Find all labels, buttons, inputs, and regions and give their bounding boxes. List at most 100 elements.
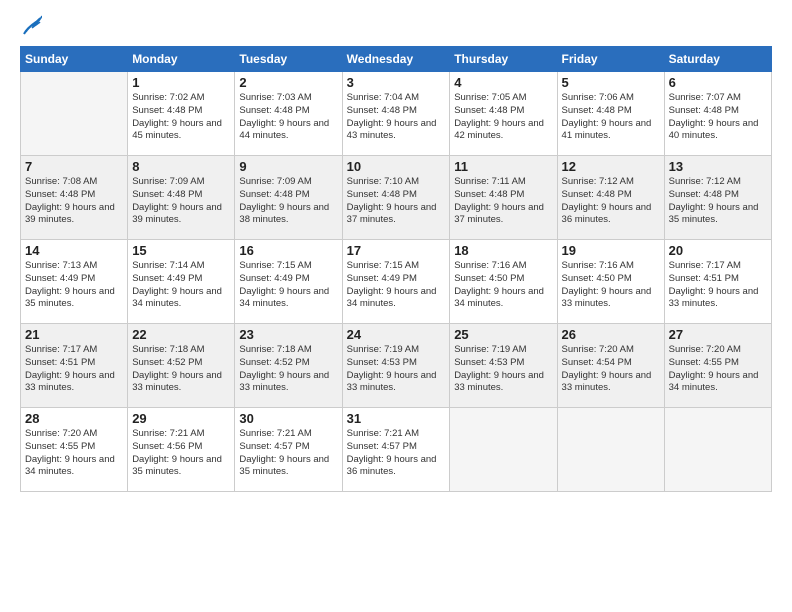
- calendar-cell: 4Sunrise: 7:05 AMSunset: 4:48 PMDaylight…: [450, 72, 557, 156]
- calendar-cell: 28 Sunrise: 7:20 AMSunset: 4:55 PMDayligh…: [21, 408, 128, 492]
- day-info: Sunrise: 7:09 AMSunset: 4:48 PMDaylight:…: [239, 176, 337, 227]
- day-number: 13: [669, 159, 767, 174]
- day-info: Sunrise: 7:09 AMSunset: 4:48 PMDaylight:…: [132, 176, 230, 227]
- day-info: Sunrise: 7:21 AMSunset: 4:56 PMDaylight:…: [132, 428, 230, 479]
- calendar-cell: 16Sunrise: 7:15 AMSunset: 4:49 PMDayligh…: [235, 240, 342, 324]
- calendar-cell: 7Sunrise: 7:08 AMSunset: 4:48 PMDaylight…: [21, 156, 128, 240]
- day-number: 22: [132, 327, 230, 342]
- calendar-cell: 21 Sunrise: 7:17 AMSunset: 4:51 PMDayligh…: [21, 324, 128, 408]
- calendar-cell: 13 Sunrise: 7:12 AMSunset: 4:48 PMDayligh…: [664, 156, 771, 240]
- day-info: Sunrise: 7:20 AMSunset: 4:55 PMDaylight:…: [25, 428, 123, 479]
- calendar-week-row: 28 Sunrise: 7:20 AMSunset: 4:55 PMDayligh…: [21, 408, 772, 492]
- day-info: Sunrise: 7:06 AMSunset: 4:48 PMDaylight:…: [562, 92, 660, 143]
- day-number: 17: [347, 243, 446, 258]
- page: SundayMondayTuesdayWednesdayThursdayFrid…: [0, 0, 792, 612]
- day-info: Sunrise: 7:15 AMSunset: 4:49 PMDaylight:…: [239, 260, 337, 311]
- day-number: 9: [239, 159, 337, 174]
- day-number: 23: [239, 327, 337, 342]
- calendar-cell: 11 Sunrise: 7:11 AMSunset: 4:48 PMDayligh…: [450, 156, 557, 240]
- weekday-header-thursday: Thursday: [450, 47, 557, 72]
- calendar-cell: 18 Sunrise: 7:16 AMSunset: 4:50 PMDayligh…: [450, 240, 557, 324]
- calendar-cell: 31 Sunrise: 7:21 AMSunset: 4:57 PMDayligh…: [342, 408, 450, 492]
- calendar-cell: 27 Sunrise: 7:20 AMSunset: 4:55 PMDayligh…: [664, 324, 771, 408]
- day-number: 28: [25, 411, 123, 426]
- calendar-cell: 23Sunrise: 7:18 AMSunset: 4:52 PMDayligh…: [235, 324, 342, 408]
- calendar-cell: 30 Sunrise: 7:21 AMSunset: 4:57 PMDayligh…: [235, 408, 342, 492]
- weekday-header-monday: Monday: [128, 47, 235, 72]
- calendar-cell: 22 Sunrise: 7:18 AMSunset: 4:52 PMDayligh…: [128, 324, 235, 408]
- day-info: Sunrise: 7:16 AMSunset: 4:50 PMDaylight:…: [562, 260, 660, 311]
- logo: [20, 18, 42, 36]
- day-info: Sunrise: 7:19 AMSunset: 4:53 PMDaylight:…: [347, 344, 446, 395]
- day-number: 19: [562, 243, 660, 258]
- calendar-cell: 24Sunrise: 7:19 AMSunset: 4:53 PMDayligh…: [342, 324, 450, 408]
- day-number: 21: [25, 327, 123, 342]
- day-number: 20: [669, 243, 767, 258]
- day-info: Sunrise: 7:12 AMSunset: 4:48 PMDaylight:…: [669, 176, 767, 227]
- day-number: 11: [454, 159, 552, 174]
- day-info: Sunrise: 7:15 AMSunset: 4:49 PMDaylight:…: [347, 260, 446, 311]
- day-number: 3: [347, 75, 446, 90]
- weekday-header-friday: Friday: [557, 47, 664, 72]
- calendar-week-row: 7Sunrise: 7:08 AMSunset: 4:48 PMDaylight…: [21, 156, 772, 240]
- header: [20, 18, 772, 36]
- logo-text: [20, 18, 42, 36]
- day-info: Sunrise: 7:21 AMSunset: 4:57 PMDaylight:…: [239, 428, 337, 479]
- day-info: Sunrise: 7:16 AMSunset: 4:50 PMDaylight:…: [454, 260, 552, 311]
- day-info: Sunrise: 7:11 AMSunset: 4:48 PMDaylight:…: [454, 176, 552, 227]
- day-info: Sunrise: 7:05 AMSunset: 4:48 PMDaylight:…: [454, 92, 552, 143]
- calendar-cell: 15 Sunrise: 7:14 AMSunset: 4:49 PMDayligh…: [128, 240, 235, 324]
- day-info: Sunrise: 7:07 AMSunset: 4:48 PMDaylight:…: [669, 92, 767, 143]
- day-info: Sunrise: 7:10 AMSunset: 4:48 PMDaylight:…: [347, 176, 446, 227]
- weekday-header-row: SundayMondayTuesdayWednesdayThursdayFrid…: [21, 47, 772, 72]
- day-number: 30: [239, 411, 337, 426]
- day-number: 12: [562, 159, 660, 174]
- day-number: 2: [239, 75, 337, 90]
- day-info: Sunrise: 7:08 AMSunset: 4:48 PMDaylight:…: [25, 176, 123, 227]
- day-number: 18: [454, 243, 552, 258]
- calendar-cell: 20 Sunrise: 7:17 AMSunset: 4:51 PMDayligh…: [664, 240, 771, 324]
- day-number: 26: [562, 327, 660, 342]
- calendar-cell: [557, 408, 664, 492]
- day-info: Sunrise: 7:17 AMSunset: 4:51 PMDaylight:…: [25, 344, 123, 395]
- day-info: Sunrise: 7:03 AMSunset: 4:48 PMDaylight:…: [239, 92, 337, 143]
- calendar-cell: [450, 408, 557, 492]
- weekday-header-wednesday: Wednesday: [342, 47, 450, 72]
- day-info: Sunrise: 7:13 AMSunset: 4:49 PMDaylight:…: [25, 260, 123, 311]
- calendar-cell: 3 Sunrise: 7:04 AMSunset: 4:48 PMDaylight…: [342, 72, 450, 156]
- calendar-cell: 12 Sunrise: 7:12 AMSunset: 4:48 PMDayligh…: [557, 156, 664, 240]
- day-info: Sunrise: 7:20 AMSunset: 4:54 PMDaylight:…: [562, 344, 660, 395]
- weekday-header-tuesday: Tuesday: [235, 47, 342, 72]
- day-info: Sunrise: 7:12 AMSunset: 4:48 PMDaylight:…: [562, 176, 660, 227]
- calendar-week-row: 21 Sunrise: 7:17 AMSunset: 4:51 PMDayligh…: [21, 324, 772, 408]
- calendar-cell: 25Sunrise: 7:19 AMSunset: 4:53 PMDayligh…: [450, 324, 557, 408]
- day-info: Sunrise: 7:02 AMSunset: 4:48 PMDaylight:…: [132, 92, 230, 143]
- day-number: 6: [669, 75, 767, 90]
- day-number: 29: [132, 411, 230, 426]
- day-number: 8: [132, 159, 230, 174]
- calendar-cell: 17 Sunrise: 7:15 AMSunset: 4:49 PMDayligh…: [342, 240, 450, 324]
- calendar-cell: 14Sunrise: 7:13 AMSunset: 4:49 PMDayligh…: [21, 240, 128, 324]
- calendar-cell: 8 Sunrise: 7:09 AMSunset: 4:48 PMDaylight…: [128, 156, 235, 240]
- calendar-cell: 9 Sunrise: 7:09 AMSunset: 4:48 PMDaylight…: [235, 156, 342, 240]
- day-info: Sunrise: 7:04 AMSunset: 4:48 PMDaylight:…: [347, 92, 446, 143]
- logo-bird-icon: [22, 14, 42, 36]
- calendar-cell: 29 Sunrise: 7:21 AMSunset: 4:56 PMDayligh…: [128, 408, 235, 492]
- day-info: Sunrise: 7:19 AMSunset: 4:53 PMDaylight:…: [454, 344, 552, 395]
- weekday-header-sunday: Sunday: [21, 47, 128, 72]
- calendar: SundayMondayTuesdayWednesdayThursdayFrid…: [20, 46, 772, 492]
- day-info: Sunrise: 7:14 AMSunset: 4:49 PMDaylight:…: [132, 260, 230, 311]
- weekday-header-saturday: Saturday: [664, 47, 771, 72]
- day-number: 1: [132, 75, 230, 90]
- day-info: Sunrise: 7:17 AMSunset: 4:51 PMDaylight:…: [669, 260, 767, 311]
- day-number: 5: [562, 75, 660, 90]
- day-info: Sunrise: 7:20 AMSunset: 4:55 PMDaylight:…: [669, 344, 767, 395]
- day-number: 31: [347, 411, 446, 426]
- day-info: Sunrise: 7:21 AMSunset: 4:57 PMDaylight:…: [347, 428, 446, 479]
- calendar-cell: 2 Sunrise: 7:03 AMSunset: 4:48 PMDaylight…: [235, 72, 342, 156]
- day-number: 15: [132, 243, 230, 258]
- day-info: Sunrise: 7:18 AMSunset: 4:52 PMDaylight:…: [132, 344, 230, 395]
- calendar-cell: 26 Sunrise: 7:20 AMSunset: 4:54 PMDayligh…: [557, 324, 664, 408]
- calendar-cell: [21, 72, 128, 156]
- day-number: 27: [669, 327, 767, 342]
